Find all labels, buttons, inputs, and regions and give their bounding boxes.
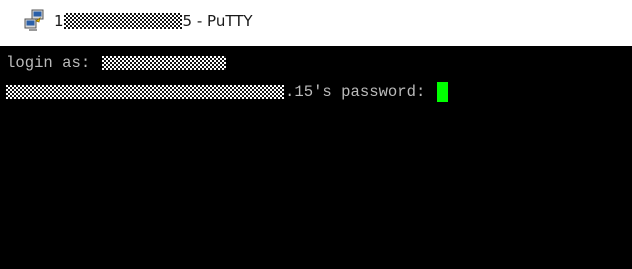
title-prefix: 1 (54, 12, 64, 30)
title-bar[interactable]: 1 5 - PuTTY (0, 0, 632, 46)
title-suffix: 5 - PuTTY (182, 12, 253, 30)
redacted-host-address (63, 13, 182, 29)
redacted-user-host (6, 85, 284, 99)
login-line: login as: (6, 52, 226, 74)
terminal-area[interactable]: login as: .15's password: (0, 46, 632, 269)
login-prompt: login as: (6, 54, 100, 72)
terminal-cursor (436, 82, 448, 102)
redacted-username (101, 56, 226, 70)
putty-icon (24, 9, 44, 31)
password-line: .15's password: (6, 81, 448, 103)
password-prompt: .15's password: (285, 83, 435, 101)
putty-window: 1 5 - PuTTY login as: .15's password: (0, 0, 632, 269)
window-title: 1 5 - PuTTY (54, 10, 253, 32)
